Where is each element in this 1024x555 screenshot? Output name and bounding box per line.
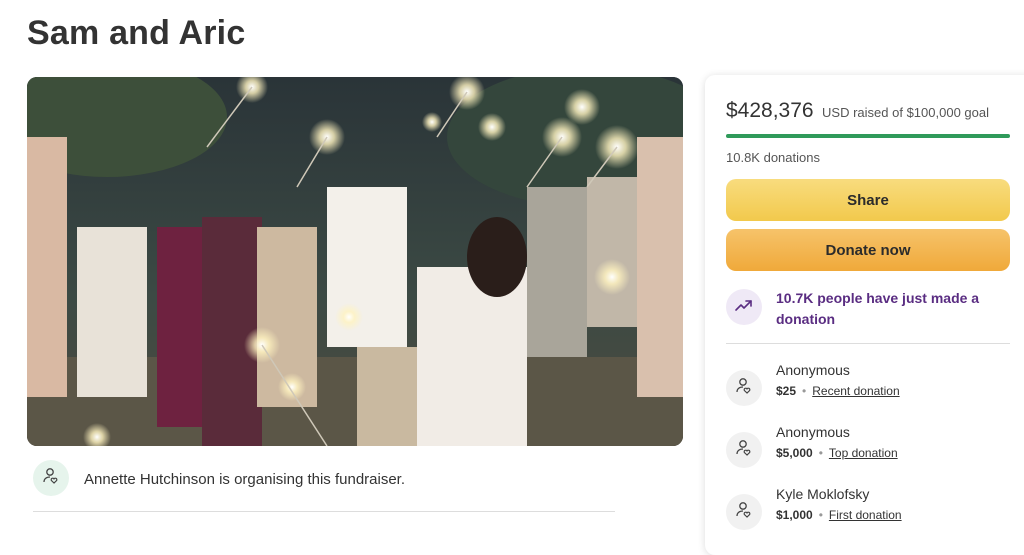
trend-icon-wrap [726,289,762,325]
trend-banner: 10.7K people have just made a donation [726,287,1016,337]
organiser-text: Annette Hutchinson is organising this fu… [84,471,406,488]
separator-dot: • [802,384,807,398]
separator-dot: • [818,508,823,522]
donation-tag-link[interactable]: First donation [829,508,902,522]
donor-meta: $1,000 • First donation [776,508,902,522]
donation-tag-link[interactable]: Recent donation [812,384,899,398]
donor-amount: $25 [776,384,797,398]
organiser-row: Annette Hutchinson is organising this fu… [33,460,613,502]
donor-amount: $5,000 [776,446,813,460]
progress-bar [726,134,1010,138]
donor-avatar [726,494,762,530]
share-button[interactable]: Share [726,179,1010,221]
donor-name: Kyle Moklofsky [776,486,870,502]
amount-raised: $428,376 [726,99,814,122]
donor-meta: $25 • Recent donation [776,384,900,398]
donor-row: Anonymous $5,000 • Top donation [726,424,1016,474]
donor-amount: $1,000 [776,508,813,522]
donation-card: $428,376 USD raised of $100,000 goal 10.… [705,75,1024,555]
trending-up-icon [734,295,754,320]
donor-meta: $5,000 • Top donation [776,446,898,460]
user-heart-icon [41,466,61,491]
donor-row: Kyle Moklofsky $1,000 • First donation [726,486,1016,536]
user-heart-icon [734,500,754,525]
donate-now-button[interactable]: Donate now [726,229,1010,271]
user-heart-icon [734,376,754,401]
user-heart-icon [734,438,754,463]
donor-name: Anonymous [776,362,850,378]
donation-tag-link[interactable]: Top donation [829,446,898,460]
trend-text: 10.7K people have just made a donation [776,290,980,327]
donation-count: 10.8K donations [726,150,820,165]
page-title: Sam and Aric [27,14,246,52]
separator-dot: • [818,446,823,460]
amount-raised-row: $428,376 USD raised of $100,000 goal [726,99,989,123]
donor-row: Anonymous $25 • Recent donation [726,362,1016,412]
donor-avatar [726,432,762,468]
goal-text: USD raised of $100,000 goal [822,105,989,120]
divider [726,343,1010,344]
progress-fill [726,134,1010,138]
donor-name: Anonymous [776,424,850,440]
divider [33,511,615,512]
organiser-avatar [33,460,69,496]
donor-avatar [726,370,762,406]
fundraiser-photo [27,77,683,446]
